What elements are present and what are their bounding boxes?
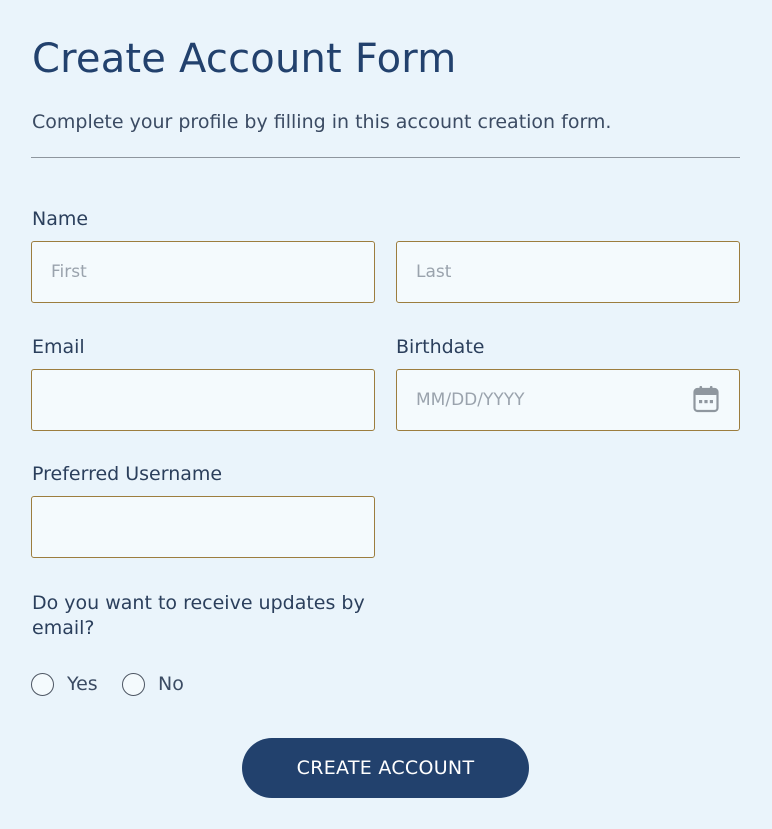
divider [31,157,740,158]
first-name-input[interactable] [31,241,375,303]
radio-yes[interactable] [31,672,54,696]
last-name-input[interactable] [396,241,740,303]
radio-option-yes[interactable]: Yes [31,670,98,698]
page-title: Create Account Form [32,36,457,82]
username-label: Preferred Username [32,463,223,485]
page-subtitle: Complete your profile by filling in this… [32,111,612,133]
radio-yes-label: Yes [67,673,98,695]
create-account-button[interactable]: CREATE ACCOUNT [242,738,529,798]
create-account-page: Create Account Form Complete your profil… [0,0,772,829]
birthdate-label: Birthdate [396,336,485,358]
radio-no[interactable] [122,672,145,696]
username-input[interactable] [31,496,375,558]
radio-option-no[interactable]: No [122,670,184,698]
email-label: Email [32,336,85,358]
radio-no-label: No [158,673,184,695]
birthdate-input[interactable] [396,369,740,431]
email-input[interactable] [31,369,375,431]
updates-question: Do you want to receive updates by email? [32,592,365,639]
calendar-icon[interactable] [693,385,719,413]
name-label: Name [32,208,89,230]
